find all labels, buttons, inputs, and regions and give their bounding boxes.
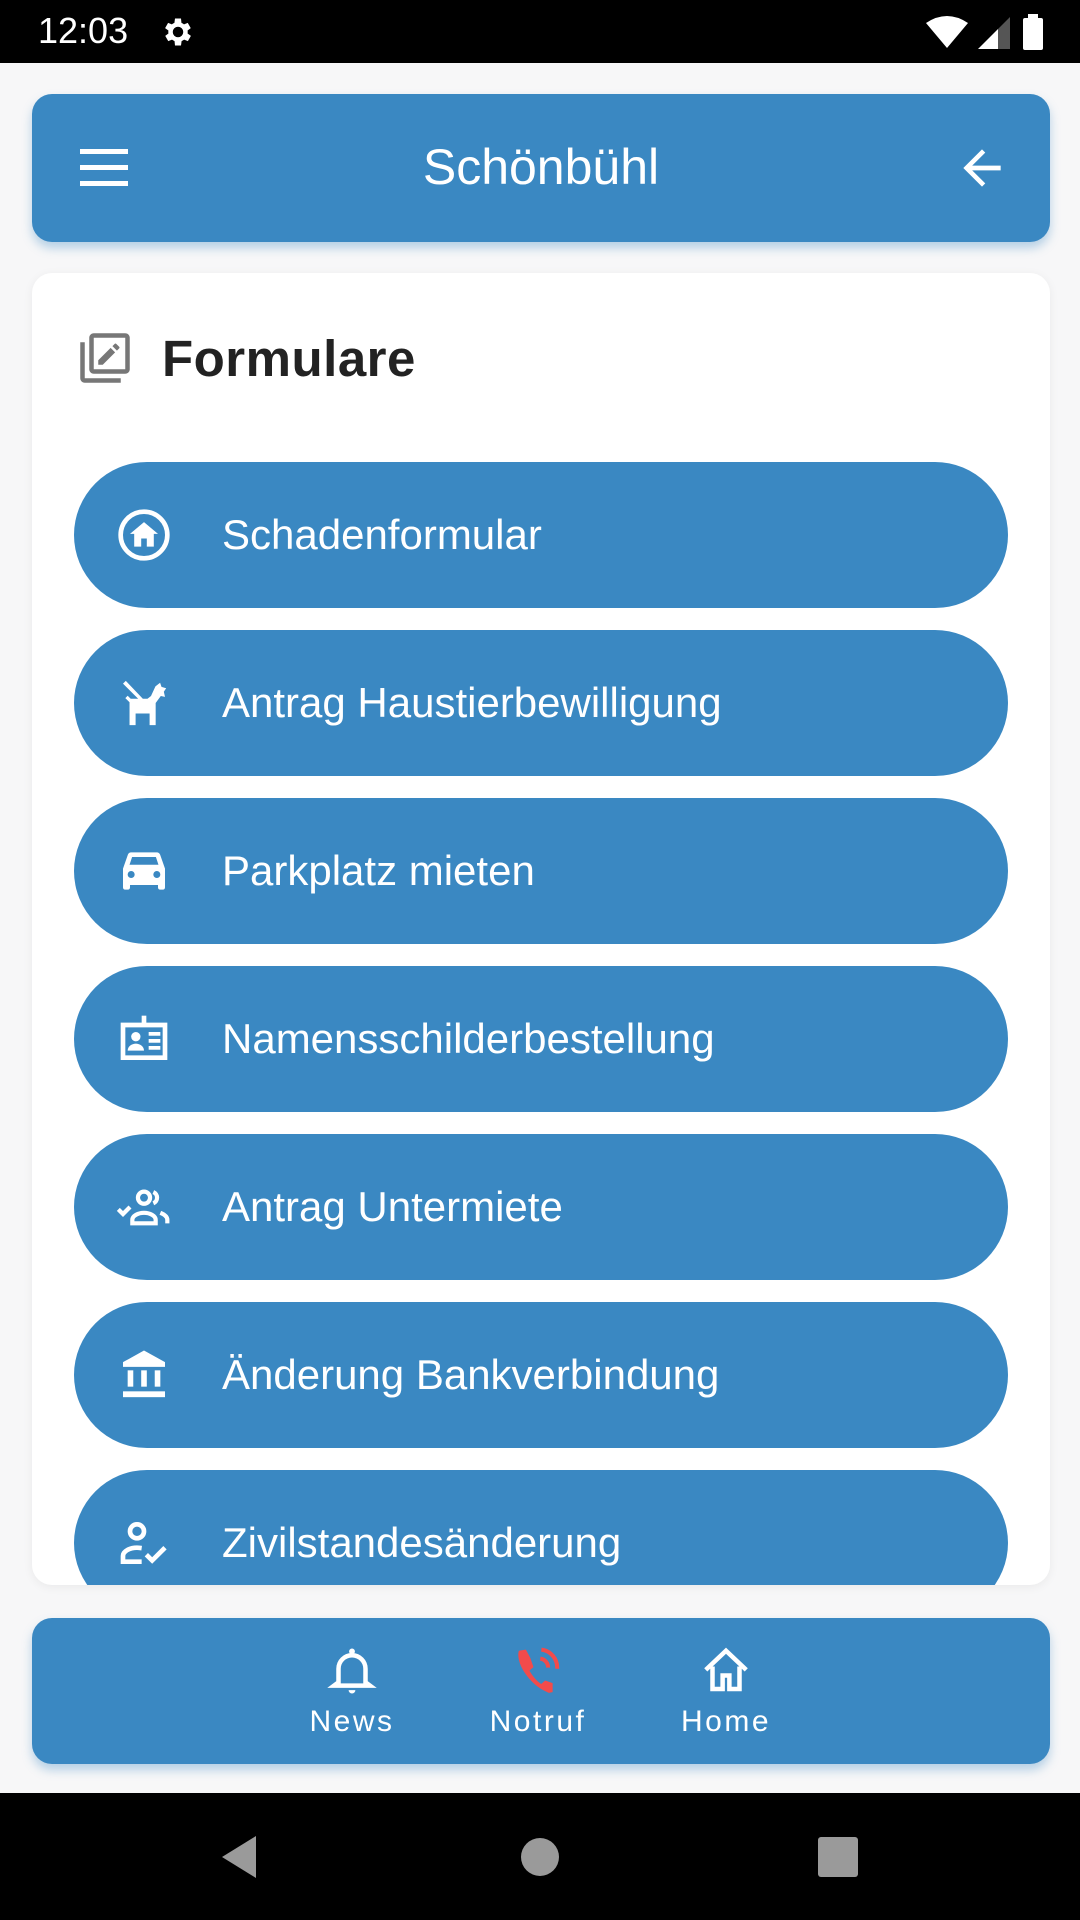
form-label: Antrag Untermiete [222, 1183, 563, 1230]
section-title: Formulare [162, 329, 416, 387]
system-recents-icon[interactable] [818, 1837, 858, 1877]
bottom-navigation: News Notruf Home [32, 1618, 1050, 1764]
home-circle-icon [118, 509, 170, 561]
nav-home[interactable]: Home [646, 1618, 806, 1764]
form-label: Änderung Bankverbindung [222, 1351, 720, 1398]
nav-label: Home [680, 1705, 772, 1738]
status-time: 12:03 [38, 10, 129, 51]
nav-label: Notruf [489, 1705, 587, 1738]
signal-icon [978, 17, 1010, 49]
form-label: Antrag Haustierbewilligung [222, 679, 722, 726]
form-button-bankverbindung[interactable]: Änderung Bankverbindung [74, 1302, 1008, 1448]
phone-ringing-icon [518, 1647, 560, 1693]
group-check-icon [116, 1189, 170, 1226]
form-button-haustierbewilligung[interactable]: Antrag Haustierbewilligung [74, 630, 1008, 776]
nav-label: News [309, 1705, 395, 1738]
status-bar: 12:03 [0, 0, 1080, 63]
form-label: Zivilstandesänderung [222, 1519, 622, 1566]
form-button-namensschilder[interactable]: Namensschilderbestellung [74, 966, 1008, 1112]
badge-icon [120, 1015, 168, 1060]
bell-icon [327, 1648, 377, 1694]
system-navigation-bar [0, 1793, 1080, 1920]
form-button-untermiete[interactable]: Antrag Untermiete [74, 1134, 1008, 1280]
page-title: Schönbühl [422, 139, 660, 195]
system-back-icon[interactable] [218, 1836, 260, 1878]
gear-icon [165, 18, 191, 46]
nav-notruf[interactable]: Notruf [458, 1618, 618, 1764]
arrow-back-icon[interactable] [954, 140, 1010, 196]
person-check-icon [120, 1522, 167, 1564]
wifi-icon [926, 16, 968, 48]
bank-icon [123, 1350, 165, 1398]
form-label: Parkplatz mieten [222, 847, 535, 894]
app-header: Schönbühl [32, 94, 1050, 242]
form-button-zivilstand[interactable]: Zivilstandesänderung [74, 1470, 1008, 1585]
form-button-schadenformular[interactable]: Schadenformular [74, 462, 1008, 608]
dog-leash-icon [123, 680, 167, 726]
forms-card: Formulare Schadenformular Antrag Haustie… [32, 273, 1050, 1585]
section-header: Formulare [78, 329, 416, 387]
edit-forms-icon [80, 333, 130, 383]
form-label: Schadenformular [222, 511, 542, 558]
battery-icon [1023, 14, 1043, 50]
home-icon [704, 1647, 748, 1692]
car-icon [123, 852, 165, 890]
form-button-parkplatz[interactable]: Parkplatz mieten [74, 798, 1008, 944]
nav-news[interactable]: News [272, 1618, 432, 1764]
system-home-icon[interactable] [519, 1836, 561, 1878]
form-label: Namensschilderbestellung [222, 1015, 715, 1062]
